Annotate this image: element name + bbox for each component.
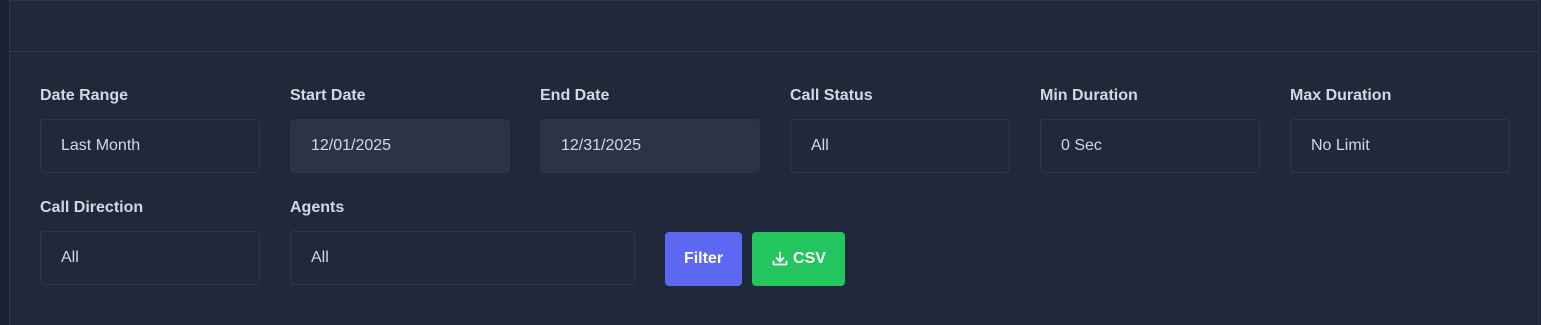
date-range-select[interactable]: Last Month [40, 119, 260, 173]
end-date-input[interactable]: 12/31/2025 [540, 119, 760, 173]
call-status-label: Call Status [790, 87, 873, 104]
panel-header [10, 1, 1539, 52]
call-status-select[interactable]: All [790, 119, 1010, 173]
max-duration-label: Max Duration [1290, 87, 1392, 104]
csv-button-label: CSV [793, 250, 826, 267]
agents-select[interactable]: All [290, 231, 635, 285]
agents-label: Agents [290, 199, 345, 216]
max-duration-select[interactable]: No Limit [1290, 119, 1510, 173]
filter-panel: Date Range Last Month Start Date 12/01/2… [9, 0, 1540, 325]
csv-export-button[interactable]: CSV [752, 232, 845, 286]
start-date-input[interactable]: 12/01/2025 [290, 119, 510, 173]
min-duration-select[interactable]: 0 Sec [1040, 119, 1260, 173]
filter-button-label: Filter [683, 250, 724, 267]
date-range-label: Date Range [40, 87, 129, 104]
start-date-label: Start Date [290, 87, 366, 104]
call-direction-select[interactable]: All [40, 231, 260, 285]
filter-button[interactable]: Filter [665, 232, 742, 286]
call-direction-label: Call Direction [40, 199, 144, 216]
download-icon [772, 251, 788, 266]
end-date-label: End Date [540, 87, 610, 104]
min-duration-label: Min Duration [1040, 87, 1138, 104]
